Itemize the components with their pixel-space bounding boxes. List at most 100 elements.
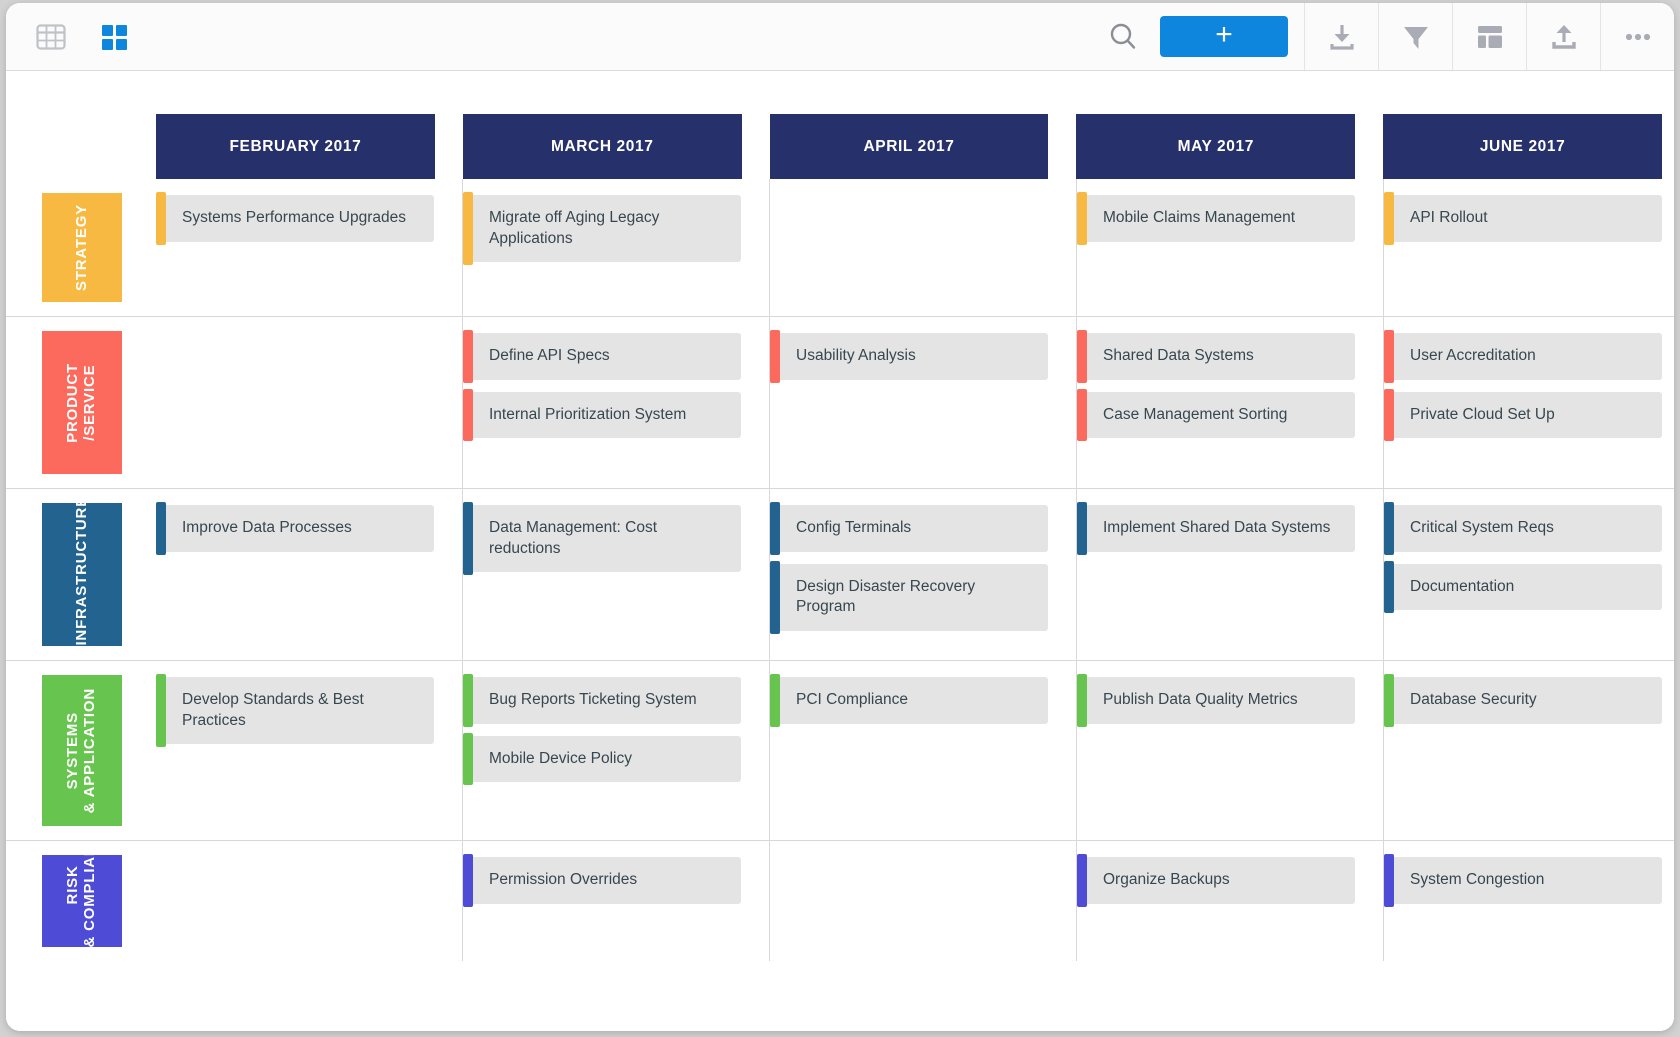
card-accent-bar: [463, 732, 473, 786]
roadmap-card[interactable]: Mobile Device Policy: [463, 732, 741, 786]
swimlane-cell[interactable]: API Rollout: [1383, 179, 1662, 316]
month-column-label: MAY 2017: [1177, 137, 1254, 155]
roadmap-card[interactable]: Case Management Sorting: [1077, 388, 1355, 442]
layout-button[interactable]: [1452, 3, 1526, 70]
add-button[interactable]: +: [1160, 16, 1288, 57]
month-column-header[interactable]: FEBRUARY 2017: [156, 114, 435, 179]
download-button[interactable]: [1304, 3, 1378, 70]
month-column-header[interactable]: JUNE 2017: [1383, 114, 1662, 179]
swimlane-category-tab[interactable]: STRATEGY: [42, 193, 122, 302]
roadmap-card[interactable]: Permission Overrides: [463, 854, 741, 907]
swimlane-cells: Improve Data Processes Data Management: C…: [156, 489, 1674, 660]
upload-button[interactable]: [1526, 3, 1600, 70]
roadmap-card[interactable]: Database Security: [1384, 674, 1662, 727]
swimlane-label-column: RISK & COMPLIANCE: [6, 841, 156, 961]
more-options-button[interactable]: [1600, 3, 1674, 70]
card-accent-bar: [463, 388, 473, 442]
add-button-label: +: [1215, 18, 1233, 51]
roadmap-board[interactable]: FEBRUARY 2017 MARCH 2017 APRIL 2017 MAY 201…: [6, 71, 1674, 1031]
board-grid: FEBRUARY 2017 MARCH 2017 APRIL 2017 MAY 201…: [6, 71, 1674, 961]
swimlane-cell[interactable]: Data Management: Cost reductions: [462, 489, 741, 660]
roadmap-card[interactable]: Mobile Claims Management: [1077, 192, 1355, 245]
swimlane-label-column: STRATEGY: [6, 179, 156, 316]
card-accent-bar: [1077, 330, 1087, 383]
roadmap-card[interactable]: Bug Reports Ticketing System: [463, 674, 741, 727]
roadmap-card[interactable]: API Rollout: [1384, 192, 1662, 245]
swimlane-cell[interactable]: Systems Performance Upgrades: [156, 179, 434, 316]
swimlane-cell[interactable]: Implement Shared Data Systems: [1076, 489, 1355, 660]
card-accent-bar: [156, 192, 166, 245]
roadmap-card[interactable]: Config Terminals: [770, 502, 1048, 555]
roadmap-card[interactable]: System Congestion: [1384, 854, 1662, 907]
swimlane-cell[interactable]: Bug Reports Ticketing System Mobile Devic…: [462, 661, 741, 840]
swimlane-cell[interactable]: [156, 841, 434, 961]
roadmap-card[interactable]: Usability Analysis: [770, 330, 1048, 383]
upload-icon: [1551, 24, 1576, 49]
month-column-header[interactable]: MARCH 2017: [462, 114, 742, 179]
roadmap-card[interactable]: Develop Standards & Best Practices: [156, 674, 434, 748]
swimlane-cell[interactable]: Usability Analysis: [769, 317, 1048, 488]
roadmap-card[interactable]: Documentation: [1384, 560, 1662, 614]
roadmap-card[interactable]: Define API Specs: [463, 330, 741, 383]
swimlane-cell[interactable]: Permission Overrides: [462, 841, 741, 961]
swimlane-cell[interactable]: Publish Data Quality Metrics: [1076, 661, 1355, 840]
month-column-header[interactable]: MAY 2017: [1076, 114, 1356, 179]
card-title: API Rollout: [1410, 209, 1488, 226]
swimlane-cell[interactable]: Critical System Reqs Documentation: [1383, 489, 1662, 660]
roadmap-card[interactable]: PCI Compliance: [770, 674, 1048, 727]
month-column-label: MARCH 2017: [550, 137, 654, 155]
swimlane-cell[interactable]: Config Terminals Design Disaster Recovery…: [769, 489, 1048, 660]
roadmap-card[interactable]: Publish Data Quality Metrics: [1077, 674, 1355, 727]
roadmap-card[interactable]: Design Disaster Recovery Program: [770, 560, 1048, 634]
card-title: Design Disaster Recovery Program: [796, 577, 976, 616]
swimlane-category-tab[interactable]: INFRASTRUCTURE: [42, 503, 122, 646]
roadmap-card[interactable]: Data Management: Cost reductions: [463, 502, 741, 576]
swimlane-cells: Systems Performance Upgrades Migrate off …: [156, 179, 1674, 316]
grid-view-icon[interactable]: [28, 14, 74, 60]
swimlane-cell[interactable]: Database Security: [1383, 661, 1662, 840]
swimlane-cell[interactable]: [769, 179, 1048, 316]
roadmap-card[interactable]: User Accreditation: [1384, 330, 1662, 383]
swimlane-cell[interactable]: Organize Backups: [1076, 841, 1355, 961]
card-title: Documentation: [1410, 577, 1515, 595]
swimlane-cell[interactable]: Migrate off Aging Legacy Applications: [462, 179, 741, 316]
swimlane-cell[interactable]: User Accreditation Private Cloud Set Up: [1383, 317, 1662, 488]
roadmap-card[interactable]: Private Cloud Set Up: [1384, 388, 1662, 442]
month-column-label: JUNE 2017: [1479, 137, 1566, 155]
month-header-row: FEBRUARY 2017 MARCH 2017 APRIL 2017 MAY 201…: [6, 71, 1674, 179]
swimlane-category-label: RISK & COMPLIANCE: [64, 855, 98, 947]
swimlane-cell[interactable]: Mobile Claims Management: [1076, 179, 1355, 316]
card-accent-bar: [1384, 674, 1394, 727]
search-button[interactable]: [1086, 3, 1160, 70]
roadmap-card[interactable]: Organize Backups: [1077, 854, 1355, 907]
swimlane-cell[interactable]: Shared Data Systems Case Management Sorti…: [1076, 317, 1355, 488]
swimlane-cell[interactable]: [156, 317, 434, 488]
roadmap-card[interactable]: Internal Prioritization System: [463, 388, 741, 442]
card-title: Mobile Device Policy: [489, 749, 632, 767]
swimlane-cell[interactable]: Define API Specs Internal Prioritization …: [462, 317, 741, 488]
roadmap-card[interactable]: Shared Data Systems: [1077, 330, 1355, 383]
board-view-icon[interactable]: [92, 14, 138, 60]
roadmap-card[interactable]: Systems Performance Upgrades: [156, 192, 434, 245]
filter-button[interactable]: [1378, 3, 1452, 70]
card-accent-bar: [1077, 502, 1087, 555]
swimlane-cell[interactable]: PCI Compliance: [769, 661, 1048, 840]
swimlane-cell[interactable]: Improve Data Processes: [156, 489, 434, 660]
roadmap-card[interactable]: Critical System Reqs: [1384, 502, 1662, 555]
card-accent-bar: [463, 854, 473, 907]
toolbar: +: [6, 3, 1674, 71]
swimlane-category-tab[interactable]: SYSTEMS & APPLICATION: [42, 675, 122, 826]
swimlane-cell[interactable]: Develop Standards & Best Practices: [156, 661, 434, 840]
swimlane-cell[interactable]: [769, 841, 1048, 961]
swimlane-row: SYSTEMS & APPLICATION Develop Standards &…: [6, 661, 1674, 841]
swimlane-category-tab[interactable]: PRODUCT /SERVICE: [42, 331, 122, 474]
month-column-header[interactable]: APRIL 2017: [769, 114, 1049, 179]
roadmap-card[interactable]: Migrate off Aging Legacy Applications: [463, 192, 741, 266]
swimlane-category-tab[interactable]: RISK & COMPLIANCE: [42, 855, 122, 947]
roadmap-card[interactable]: Implement Shared Data Systems: [1077, 502, 1355, 555]
roadmap-card[interactable]: Improve Data Processes: [156, 502, 434, 555]
board-view-glyph: [102, 24, 127, 50]
swimlane-cell[interactable]: System Congestion: [1383, 841, 1662, 961]
card-title: PCI Compliance: [796, 691, 908, 708]
